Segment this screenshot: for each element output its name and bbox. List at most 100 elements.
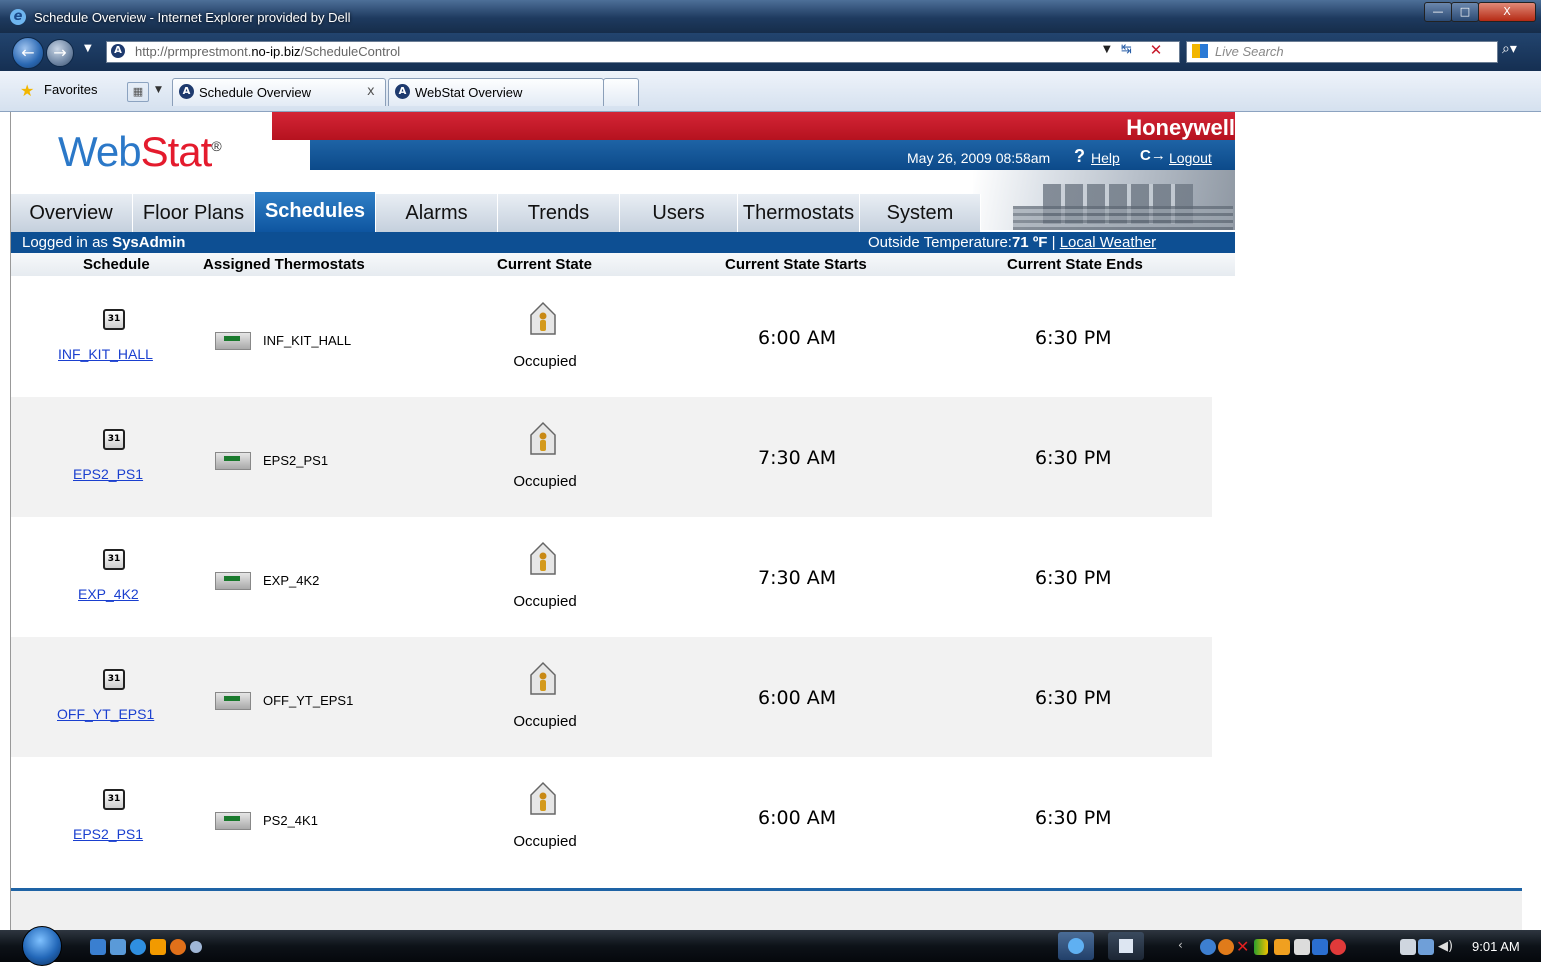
- state-end-time: 6:30 PM: [1035, 687, 1112, 709]
- tray-update-icon[interactable]: [1218, 939, 1234, 955]
- new-tab-button[interactable]: [603, 78, 639, 106]
- outside-temperature-value: 71 ºF: [1011, 234, 1048, 251]
- windows-taskbar: ‹ ✕ ◀) 9:01 AM: [0, 926, 1541, 966]
- close-window-icon[interactable]: X: [1478, 2, 1536, 22]
- state-end-time: 6:30 PM: [1035, 447, 1112, 469]
- state-end-time: 6:30 PM: [1035, 327, 1112, 349]
- tray-volume-icon[interactable]: ◀): [1438, 939, 1454, 955]
- media-player-icon[interactable]: [150, 939, 166, 955]
- tray-error-icon[interactable]: ✕: [1236, 939, 1252, 955]
- tray-battery-icon[interactable]: [1400, 939, 1416, 955]
- tray-app-icon[interactable]: [1274, 939, 1290, 955]
- tab-list-dropdown-icon[interactable]: ▼: [155, 85, 162, 95]
- taskbar-doc-window[interactable]: [1108, 932, 1144, 960]
- refresh-icon[interactable]: ↹: [1121, 42, 1132, 57]
- globe-quicklaunch-icon[interactable]: [190, 941, 202, 953]
- taskbar-clock[interactable]: 9:01 AM: [1472, 939, 1520, 954]
- state-start-time: 7:30 AM: [758, 447, 837, 469]
- calendar-icon[interactable]: 31: [103, 669, 125, 690]
- occupied-house-icon: [530, 541, 556, 575]
- logout-icon[interactable]: C→: [1140, 147, 1166, 164]
- state-start-time: 7:30 AM: [758, 567, 837, 589]
- local-weather-link[interactable]: Local Weather: [1060, 234, 1156, 251]
- logo-web: Web: [58, 128, 142, 175]
- state-start-time: 6:00 AM: [758, 687, 837, 709]
- calendar-icon[interactable]: 31: [103, 549, 125, 570]
- history-dropdown-icon[interactable]: ▼: [84, 43, 92, 54]
- logout-link[interactable]: Logout: [1169, 150, 1212, 166]
- thermostat-name: INF_KIT_HALL: [263, 333, 352, 348]
- table-row: 31 OFF_YT_EPS1 OFF_YT_EPS1 Occupied 6:00…: [10, 637, 1212, 757]
- tray-display-icon[interactable]: [1312, 939, 1328, 955]
- address-dropdown-icon[interactable]: ▼: [1103, 44, 1111, 55]
- building-image: [973, 170, 1235, 230]
- thermostat-name: PS2_4K1: [263, 813, 318, 828]
- footer-area: [10, 891, 1522, 930]
- search-go-icon[interactable]: ⌕▾: [1502, 41, 1517, 57]
- help-link[interactable]: Help: [1091, 150, 1120, 166]
- tray-expand-icon[interactable]: ‹: [1178, 938, 1183, 952]
- switch-windows-icon[interactable]: [110, 939, 126, 955]
- state-end-time: 6:30 PM: [1035, 567, 1112, 589]
- start-button[interactable]: [22, 926, 62, 966]
- tab-close-icon[interactable]: x: [367, 84, 375, 99]
- help-icon[interactable]: ?: [1074, 146, 1085, 167]
- webstat-logo: WebStat®: [58, 128, 222, 176]
- schedule-link[interactable]: EPS2_PS1: [73, 466, 143, 482]
- logged-in-user: SysAdmin: [112, 234, 186, 251]
- app-quicklaunch-icon[interactable]: [170, 939, 186, 955]
- thermostat-icon: [215, 332, 251, 350]
- tab-thermostats[interactable]: Thermostats: [738, 194, 860, 232]
- forward-icon[interactable]: →: [46, 39, 74, 67]
- tray-signal-icon[interactable]: [1254, 939, 1268, 955]
- calendar-icon[interactable]: 31: [103, 789, 125, 810]
- calendar-icon[interactable]: 31: [103, 309, 125, 330]
- tray-connection-icon[interactable]: [1418, 939, 1434, 955]
- current-state: Occupied: [513, 833, 577, 850]
- tray-network-icon[interactable]: [1200, 939, 1216, 955]
- thermostat-icon: [215, 452, 251, 470]
- schedule-link[interactable]: EXP_4K2: [78, 586, 139, 602]
- state-start-time: 6:00 AM: [758, 327, 837, 349]
- show-desktop-icon[interactable]: [90, 939, 106, 955]
- table-row: 31 EPS2_PS1 PS2_4K1 Occupied 6:00 AM 6:3…: [10, 757, 1212, 877]
- col-header-state-starts: Current State Starts: [725, 256, 867, 273]
- address-bar[interactable]: A http://prmprestmont.no-ip.biz/Schedule…: [106, 41, 1180, 63]
- ie-logo-icon: e: [10, 9, 26, 25]
- calendar-icon[interactable]: 31: [103, 429, 125, 450]
- tab-users[interactable]: Users: [620, 194, 738, 232]
- minimize-icon[interactable]: —: [1424, 2, 1452, 22]
- logged-in-label: Logged in as SysAdmin: [22, 234, 186, 251]
- occupied-house-icon: [530, 781, 556, 815]
- tab-schedules[interactable]: Schedules: [255, 192, 376, 232]
- favorites-star-icon[interactable]: ★: [20, 81, 34, 100]
- browser-tab-webstat-overview[interactable]: A WebStat Overview: [388, 78, 604, 106]
- ie-quicklaunch-icon[interactable]: [130, 939, 146, 955]
- tray-security-icon[interactable]: [1330, 939, 1346, 955]
- tab-overview[interactable]: Overview: [10, 194, 133, 232]
- stop-icon[interactable]: ✕: [1147, 41, 1165, 59]
- schedule-link[interactable]: INF_KIT_HALL: [58, 346, 153, 362]
- schedule-link[interactable]: OFF_YT_EPS1: [57, 706, 154, 722]
- tab-floor-plans[interactable]: Floor Plans: [133, 194, 255, 232]
- taskbar-ie-window[interactable]: [1058, 932, 1094, 960]
- quick-tabs-icon[interactable]: ▦: [127, 82, 149, 102]
- maximize-icon[interactable]: □: [1451, 2, 1479, 22]
- back-icon[interactable]: ←: [12, 37, 44, 69]
- favorites-button[interactable]: Favorites: [44, 82, 97, 97]
- current-state: Occupied: [513, 353, 577, 370]
- browser-tab-schedule-overview[interactable]: A Schedule Overview x: [172, 78, 386, 106]
- site-favicon-icon: A: [111, 44, 125, 58]
- tab-system[interactable]: System: [860, 194, 981, 232]
- outside-temperature: Outside Temperature:71 ºF | Local Weathe…: [868, 234, 1157, 251]
- state-start-time: 6:00 AM: [758, 807, 837, 829]
- table-row: 31 EXP_4K2 EXP_4K2 Occupied 7:30 AM 6:30…: [10, 517, 1212, 637]
- tab-alarms[interactable]: Alarms: [376, 194, 498, 232]
- document-taskbar-icon: [1119, 939, 1133, 953]
- tab-favicon-icon: A: [179, 84, 194, 99]
- occupied-house-icon: [530, 301, 556, 335]
- schedule-link[interactable]: EPS2_PS1: [73, 826, 143, 842]
- tray-device-icon[interactable]: [1294, 939, 1310, 955]
- search-box[interactable]: Live Search: [1186, 41, 1498, 63]
- tab-trends[interactable]: Trends: [498, 194, 620, 232]
